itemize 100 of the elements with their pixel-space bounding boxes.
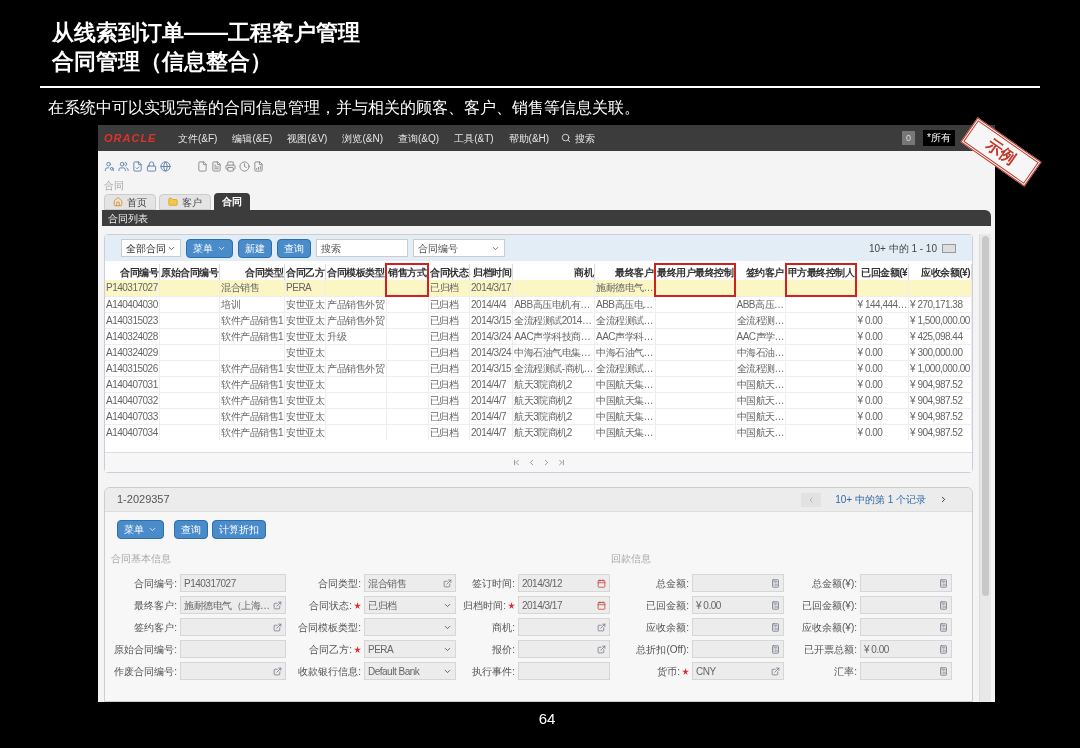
column-header[interactable]: 原始合同编号 <box>159 264 220 280</box>
page-number: 64 <box>537 709 557 729</box>
table-row[interactable]: P140317027 混合销售 PERA 已归档 2014/3/17 施耐德电气… <box>105 280 972 296</box>
field-label: 应收余额(¥): <box>802 620 857 635</box>
menu-item[interactable]: 查询(&Q) <box>398 130 440 146</box>
table-row[interactable]: A140404030 培训 安世亚太 产品销售外贸 已归档 2014/4/4 ABB高压电机有… ABB高压电… ABB高压… ¥ 144,444… ¥ 270,171.38 <box>105 296 972 312</box>
field-label: 已开票总额: <box>804 642 857 657</box>
form-field[interactable]: 已归档 <box>364 596 456 614</box>
field-label: 合同模板类型: <box>298 620 361 635</box>
column-header[interactable]: 商机 <box>512 264 595 280</box>
form-field[interactable]: CNY <box>692 662 784 680</box>
table-row[interactable]: A140407032 软件产品销售1 安世亚太 已归档 2014/4/7 航天3院商机2 中国航天集… 中国航天… ¥ 0.00 ¥ 904,987.52 <box>105 392 972 408</box>
filter-select[interactable]: 全部合同 <box>121 239 181 257</box>
search-field[interactable]: 搜索 <box>316 239 408 257</box>
field-label: 货币: <box>657 664 680 679</box>
table-cell: 已归档 <box>428 424 470 440</box>
field-label: 合同类型: <box>318 576 361 591</box>
menu-item[interactable]: 编辑(&E) <box>232 130 273 146</box>
field-label: 签订时间: <box>472 576 515 591</box>
section-label: 合同基本信息 <box>111 552 172 566</box>
tab[interactable]: 客户 <box>159 194 211 210</box>
form-field[interactable]: P140317027 <box>180 574 286 592</box>
table-row[interactable]: A140324029 安世亚太 已归档 2014/3/24 中海石油气电集… 中海石油气… 中海石油… ¥ 0.00 ¥ 300,000.00 <box>105 344 972 360</box>
column-header[interactable]: 最终客户 <box>594 264 656 280</box>
column-header[interactable]: 甲方最终控制人 <box>785 264 857 280</box>
record-range: 10+ 中的 1 - 10 <box>868 241 937 256</box>
column-header[interactable]: 合同类型 <box>219 264 285 280</box>
column-header[interactable]: 合同乙方 <box>284 264 326 280</box>
slide-title: 从线索到订单——工程客户管理 <box>52 19 361 47</box>
field-label: 合同状态: <box>309 598 352 613</box>
table-cell: 2014/4/7 <box>469 424 513 440</box>
form-field[interactable]: 2014/3/12 <box>518 574 610 592</box>
menu-item[interactable]: 帮助(&H) <box>508 130 550 146</box>
field-label: 归档时间: <box>463 598 506 613</box>
query-button[interactable]: 查询 <box>277 238 311 258</box>
field-label: 原始合同编号: <box>114 642 177 657</box>
form-field[interactable]: 施耐德电气（上海… <box>180 596 286 614</box>
scope-field[interactable]: *所有 <box>923 130 955 146</box>
field-label: 总金额: <box>656 576 689 591</box>
column-header[interactable]: 归档时间 <box>469 264 513 280</box>
table-cell: 中国航天… <box>735 424 786 440</box>
column-header[interactable]: 销售方式 <box>386 264 429 280</box>
slide-title: 合同管理（信息整合） <box>52 48 273 76</box>
table-cell: 安世亚太 <box>284 424 326 440</box>
form-field[interactable]: 混合销售 <box>364 574 456 592</box>
column-header[interactable]: 应收余额(¥) <box>908 264 972 280</box>
table-row[interactable]: A140407034 软件产品销售1 安世亚太 已归档 2014/4/7 航天3院商机2 中国航天集… 中国航天… ¥ 0.00 ¥ 904,987.52 <box>105 424 972 440</box>
table-row[interactable]: A140407031 软件产品销售1 安世亚太 已归档 2014/4/7 航天3院商机2 中国航天集… 中国航天… ¥ 0.00 ¥ 904,987.52 <box>105 376 972 392</box>
field-label: 汇率: <box>834 664 857 679</box>
table-row[interactable]: A140315026 软件产品销售1 安世亚太 产品销售外贸 已归档 2014/3/15 全流程测试-商机… 全流程测试… 全流程测… ¥ 0.00 ¥ 1,000,000.00 <box>105 360 972 376</box>
notification-badge[interactable]: 0 <box>902 131 916 145</box>
field-label: 报价: <box>492 642 515 657</box>
logo: ORACLE <box>104 130 158 146</box>
new-button[interactable]: 新建 <box>238 238 272 258</box>
field-label: 最终客户: <box>134 598 177 613</box>
tab[interactable]: 合同 <box>214 193 250 210</box>
field-label: 应收余额: <box>646 620 689 635</box>
column-header[interactable]: 最终用户最终控制 <box>655 264 736 280</box>
column-header[interactable]: 合同状态 <box>428 264 470 280</box>
form-field[interactable]: ¥ 0.00 <box>692 596 784 614</box>
record-id: 1-2029357 <box>117 492 170 508</box>
table-cell: 航天3院商机2 <box>512 424 595 440</box>
column-header[interactable]: 合同模板类型 <box>325 264 387 280</box>
field-label: 合同乙方: <box>309 642 352 657</box>
menu-button[interactable]: 菜单 <box>117 520 164 539</box>
form-field[interactable]: Default Bank <box>364 662 456 680</box>
field-label: 总折扣(Off): <box>636 642 689 657</box>
menu-item[interactable]: 浏览(&N) <box>342 130 383 146</box>
search-field-select[interactable]: 合同编号 <box>413 239 505 257</box>
column-header[interactable]: 合同编号 <box>105 264 160 280</box>
table-cell: A140407034 <box>105 424 160 440</box>
calculate-discount-button[interactable]: 计算折扣 <box>212 520 266 539</box>
field-label: 收款银行信息: <box>298 664 361 679</box>
tab[interactable]: 首页 <box>104 194 156 210</box>
table-cell: 软件产品销售1 <box>219 424 285 440</box>
field-label: 签约客户: <box>134 620 177 635</box>
column-header[interactable]: 已回金额(¥ <box>856 264 909 280</box>
field-label: 合同编号: <box>134 576 177 591</box>
column-header[interactable]: 签约客户 <box>735 264 786 280</box>
list-title: 合同列表 <box>108 211 148 226</box>
field-label: 已回金额(¥): <box>802 598 857 613</box>
section-label: 回款信息 <box>611 552 651 566</box>
menu-item[interactable]: 视图(&V) <box>287 130 328 146</box>
search-menu[interactable]: 搜索 <box>575 130 596 146</box>
record-position: 10+ 中的第 1 个记录 <box>835 493 926 507</box>
form-field[interactable]: PERA <box>364 640 456 658</box>
form-field[interactable]: ¥ 0.00 <box>860 640 952 658</box>
table-cell: 中国航天集… <box>594 424 656 440</box>
table-row[interactable]: A140315023 软件产品销售1 安世亚太 产品销售外贸 已归档 2014/3/15 全流程测试2014… 全流程测试… 全流程测… ¥ 0.00 ¥ 1,500,000.00 <box>105 312 972 328</box>
menu-button[interactable]: 菜单 <box>186 238 233 258</box>
field-label: 商机: <box>492 620 515 635</box>
form-field[interactable]: 2014/3/17 <box>518 596 610 614</box>
field-label: 已回金额: <box>646 598 689 613</box>
menu-item[interactable]: 工具(&T) <box>454 130 494 146</box>
table-cell: ¥ 904,987.52 <box>908 424 972 440</box>
menu-item[interactable]: 文件(&F) <box>178 130 218 146</box>
table-row[interactable]: A140324028 软件产品销售1 安世亚太 升级 已归档 2014/3/24 AAC声学科技商… AAC声学科… AAC声学… ¥ 0.00 ¥ 425,098.44 <box>105 328 972 344</box>
query-button[interactable]: 查询 <box>174 520 208 539</box>
table-row[interactable]: A140407033 软件产品销售1 安世亚太 已归档 2014/4/7 航天3院商机2 中国航天集… 中国航天… ¥ 0.00 ¥ 904,987.52 <box>105 408 972 424</box>
field-label: 总金额(¥): <box>812 576 857 591</box>
